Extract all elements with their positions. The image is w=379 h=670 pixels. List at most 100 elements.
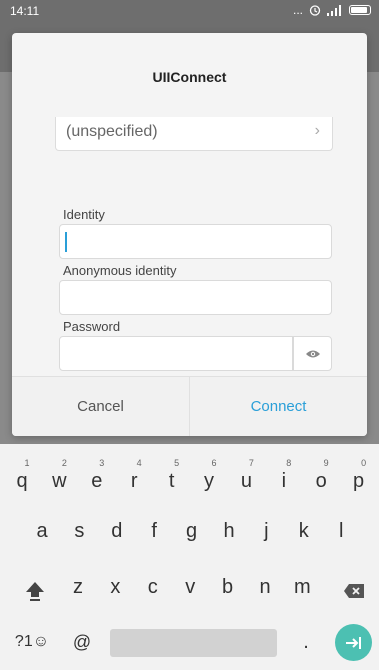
- key-label: r: [130, 470, 138, 492]
- key-number-hint: 2: [61, 458, 67, 468]
- key-x[interactable]: x: [97, 568, 133, 612]
- dialog-button-row: Cancel Connect: [12, 376, 367, 436]
- key-w[interactable]: 2w: [41, 454, 77, 498]
- alarm-icon: [309, 5, 321, 16]
- key-number-hint: 8: [286, 458, 292, 468]
- key-number-hint: 0: [361, 458, 367, 468]
- key-number-hint: 9: [323, 458, 329, 468]
- key-j[interactable]: j: [248, 512, 284, 556]
- anonymous-identity-label: Anonymous identity: [63, 263, 177, 278]
- cancel-button[interactable]: Cancel: [12, 377, 190, 436]
- key-label: f: [151, 520, 157, 542]
- key-n[interactable]: n: [247, 568, 283, 612]
- key-q[interactable]: 1q: [4, 454, 40, 498]
- dropdown-value: (unspecified): [66, 123, 158, 140]
- key-label: l: [338, 520, 344, 542]
- keyboard-row-1: 1q2w3e4r5t6y7u8i9o0p: [0, 454, 379, 498]
- key-g[interactable]: g: [174, 512, 210, 556]
- shift-icon: [26, 582, 44, 601]
- key-a[interactable]: a: [24, 512, 60, 556]
- dialog-form[interactable]: (unspecified) › Identity Anonymous ident…: [12, 105, 367, 375]
- key-label: b: [222, 576, 234, 598]
- key-label: d: [111, 520, 123, 542]
- key-d[interactable]: d: [99, 512, 135, 556]
- status-icons: ...: [293, 3, 371, 17]
- key-u[interactable]: 7u: [228, 454, 264, 498]
- key-number-hint: 6: [211, 458, 217, 468]
- connect-button[interactable]: Connect: [190, 377, 367, 436]
- key-y[interactable]: 6y: [191, 454, 227, 498]
- anonymous-identity-field[interactable]: [59, 280, 332, 315]
- backspace-icon: [344, 584, 364, 598]
- text-cursor: [65, 232, 67, 252]
- certificate-dropdown[interactable]: (unspecified) ›: [55, 117, 333, 151]
- key-o[interactable]: 9o: [303, 454, 339, 498]
- password-label: Password: [63, 319, 121, 334]
- key-k[interactable]: k: [286, 512, 322, 556]
- key-label: o: [315, 470, 327, 492]
- key-label: x: [110, 576, 121, 598]
- signal-icon: [327, 4, 341, 16]
- dialog-title: UIIConnect: [152, 69, 227, 85]
- key-label: m: [294, 576, 311, 598]
- show-password-button[interactable]: [293, 336, 332, 371]
- keyboard-row-2: a s d f g h jkl: [0, 512, 379, 556]
- key-t[interactable]: 5t: [154, 454, 190, 498]
- enter-icon: [345, 636, 361, 649]
- key-label: g: [186, 520, 198, 542]
- symbols-key[interactable]: ?1☺: [8, 624, 56, 660]
- password-field[interactable]: [59, 336, 293, 371]
- key-label: c: [147, 576, 158, 598]
- key-label: q: [16, 470, 28, 492]
- key-r[interactable]: 4r: [116, 454, 152, 498]
- key-label: v: [185, 576, 196, 598]
- key-label: s: [74, 520, 85, 542]
- key-number-hint: 5: [174, 458, 180, 468]
- status-bar: 14:11 ...: [0, 0, 379, 22]
- at-key[interactable]: @: [64, 624, 100, 660]
- status-time: 14:11: [10, 4, 40, 18]
- identity-field[interactable]: [59, 224, 332, 259]
- key-c[interactable]: c: [135, 568, 171, 612]
- key-number-hint: 3: [99, 458, 105, 468]
- backspace-key[interactable]: [340, 578, 368, 604]
- key-label: n: [259, 576, 271, 598]
- period-key[interactable]: .: [288, 624, 324, 660]
- wifi-connect-dialog: UIIConnect (unspecified) › Identity Anon…: [12, 33, 367, 436]
- battery-icon: [349, 5, 371, 15]
- key-f[interactable]: f: [136, 512, 172, 556]
- space-key[interactable]: [110, 629, 277, 657]
- key-label: u: [240, 470, 252, 492]
- key-s[interactable]: s: [61, 512, 97, 556]
- key-b[interactable]: b: [210, 568, 246, 612]
- key-z[interactable]: z: [60, 568, 96, 612]
- key-label: w: [52, 470, 67, 492]
- key-number-hint: 4: [136, 458, 142, 468]
- key-label: y: [204, 470, 214, 492]
- key-label: e: [91, 470, 103, 492]
- key-label: j: [264, 520, 269, 542]
- key-v[interactable]: v: [172, 568, 208, 612]
- key-label: p: [353, 470, 365, 492]
- key-label: z: [73, 576, 83, 598]
- shift-key[interactable]: [20, 576, 50, 606]
- enter-key[interactable]: [335, 624, 372, 661]
- key-p[interactable]: 0p: [341, 454, 377, 498]
- key-label: t: [168, 470, 175, 492]
- key-i[interactable]: 8i: [266, 454, 302, 498]
- key-e[interactable]: 3e: [79, 454, 115, 498]
- key-h[interactable]: h: [211, 512, 247, 556]
- identity-label: Identity: [63, 207, 105, 222]
- key-label: h: [223, 520, 235, 542]
- key-label: a: [36, 520, 48, 542]
- password-group: [59, 336, 332, 371]
- key-l[interactable]: l: [323, 512, 359, 556]
- more-dots-icon: ...: [292, 3, 303, 17]
- key-label: i: [281, 470, 287, 492]
- keyboard-row-3: zxcvbnm: [0, 568, 379, 612]
- chevron-right-icon: ›: [314, 122, 320, 139]
- key-number-hint: 1: [24, 458, 30, 468]
- soft-keyboard: 1q2w3e4r5t6y7u8i9o0p asdfghjkl zxcvbnm ?…: [0, 444, 379, 670]
- eye-icon: [305, 350, 320, 357]
- key-m[interactable]: m: [284, 568, 320, 612]
